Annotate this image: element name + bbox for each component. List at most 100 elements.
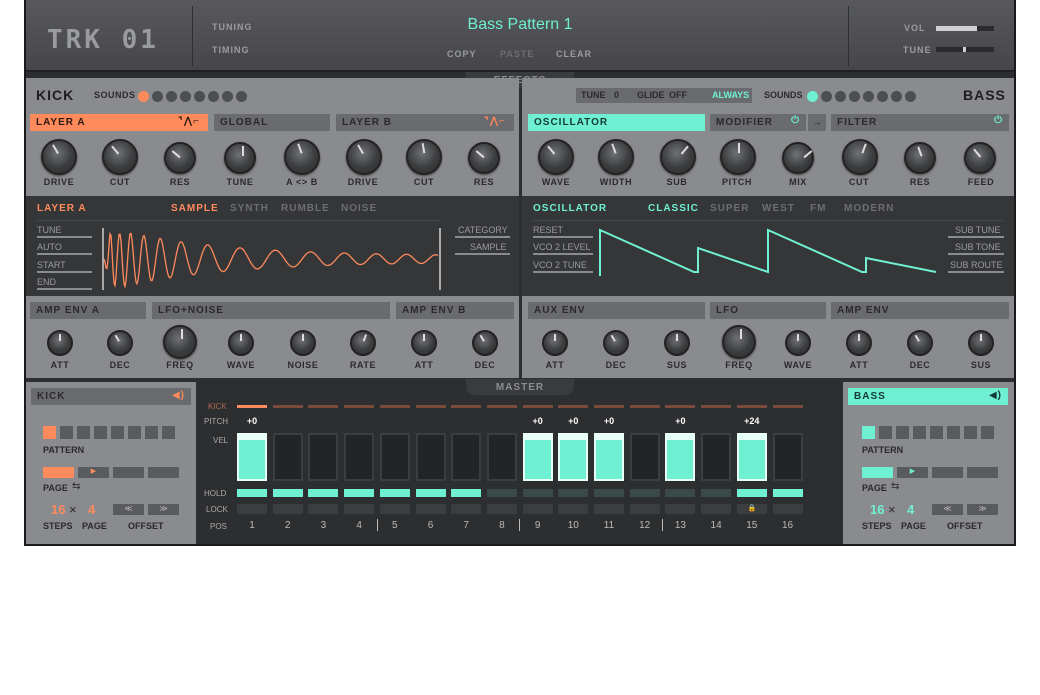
kick-step-indicator[interactable]	[594, 405, 624, 408]
dec-knob[interactable]	[603, 330, 629, 356]
kick-step-indicator[interactable]	[629, 405, 660, 408]
page-play[interactable]: ▶	[78, 467, 109, 478]
mode-west[interactable]: WEST	[762, 203, 795, 214]
hold-step[interactable]	[415, 489, 446, 497]
param-vco2-level[interactable]: VCO 2 LEVEL	[533, 242, 591, 252]
lock-step[interactable]	[308, 504, 339, 514]
hold-step[interactable]	[701, 489, 732, 497]
steps-value[interactable]: 16	[51, 502, 65, 517]
page-1[interactable]	[862, 467, 893, 478]
hold-step[interactable]	[486, 489, 517, 497]
oscillator-header[interactable]: OSCILLATOR	[528, 114, 705, 131]
hold-step[interactable]	[736, 489, 767, 497]
layer-a-header[interactable]: LAYER A ⌝⋀⌐	[30, 114, 208, 131]
page-1[interactable]	[43, 467, 74, 478]
page-4[interactable]	[148, 467, 179, 478]
kick-step-indicator[interactable]	[415, 405, 446, 408]
att-knob[interactable]	[846, 330, 872, 356]
res-knob[interactable]	[164, 142, 196, 174]
kick-step-indicator[interactable]	[701, 405, 732, 408]
pitch-value[interactable]: +0	[523, 416, 553, 426]
param-sub-route[interactable]: SUB ROUTE	[950, 260, 1003, 270]
dec-b-knob[interactable]	[472, 330, 498, 356]
seq-bass-header[interactable]: BASS ◀)	[848, 388, 1008, 405]
steps-value[interactable]: 16	[870, 502, 884, 517]
velocity-step[interactable]	[379, 433, 410, 481]
dec-knob[interactable]	[107, 330, 133, 356]
tuning-tab[interactable]: TUNING	[212, 22, 253, 32]
pitch-knob[interactable]	[720, 139, 756, 175]
lock-icon[interactable]: 🔒	[736, 504, 767, 514]
loop-icon[interactable]: ⇆	[72, 481, 80, 492]
lock-step[interactable]	[701, 504, 732, 514]
mode-rumble[interactable]: RUMBLE	[281, 203, 330, 214]
tune-slider[interactable]	[936, 47, 994, 52]
res-knob[interactable]	[904, 142, 936, 174]
kick-step-indicator[interactable]	[237, 405, 267, 408]
wave-knob[interactable]	[785, 330, 811, 356]
mode-modern[interactable]: MODERN	[844, 203, 894, 214]
lock-step[interactable]	[594, 504, 624, 514]
lock-step[interactable]	[629, 504, 660, 514]
kick-sound-slots[interactable]	[138, 89, 250, 107]
page-value[interactable]: 4	[88, 502, 95, 517]
kick-step-indicator[interactable]	[308, 405, 339, 408]
velocity-step[interactable]	[415, 433, 446, 481]
velocity-step[interactable]	[701, 433, 732, 481]
offset-left[interactable]: ≪	[113, 504, 144, 515]
freq-knob[interactable]	[722, 325, 756, 359]
kick-step-indicator[interactable]	[772, 405, 803, 408]
tune-knob[interactable]	[224, 142, 256, 174]
modifier-header[interactable]: MODIFIER ⏻	[710, 114, 806, 131]
always-toggle[interactable]: ALWAYS	[712, 90, 749, 100]
att-knob[interactable]	[47, 330, 73, 356]
bass-tune-value[interactable]: 0	[614, 90, 619, 100]
mode-classic[interactable]: CLASSIC	[648, 203, 699, 214]
hold-step[interactable]	[629, 489, 660, 497]
velocity-step[interactable]	[272, 433, 303, 481]
lfo-noise-header[interactable]: LFO+NOISE	[152, 302, 390, 319]
layer-b-header[interactable]: LAYER B ⌝⋀⌐	[336, 114, 514, 131]
vol-slider[interactable]	[936, 26, 994, 31]
drive-b-knob[interactable]	[346, 139, 382, 175]
kick-step-indicator[interactable]	[558, 405, 589, 408]
velocity-step[interactable]	[237, 433, 267, 481]
hold-step[interactable]	[772, 489, 803, 497]
feed-knob[interactable]	[964, 142, 996, 174]
lock-step[interactable]	[522, 504, 553, 514]
route-arrow[interactable]: →	[808, 114, 826, 131]
dec-knob[interactable]	[907, 330, 933, 356]
copy-button[interactable]: COPY	[447, 49, 477, 59]
res-b-knob[interactable]	[468, 142, 500, 174]
velocity-step[interactable]	[308, 433, 339, 481]
mode-synth[interactable]: SYNTH	[230, 203, 269, 214]
mode-noise[interactable]: NOISE	[341, 203, 377, 214]
sub-knob[interactable]	[660, 139, 696, 175]
velocity-step[interactable]	[665, 433, 696, 481]
seq-kick-header[interactable]: KICK ◀)	[31, 388, 191, 405]
param-end[interactable]: END	[37, 277, 56, 287]
speaker-icon[interactable]: ◀)	[989, 390, 1002, 401]
lock-step[interactable]	[344, 504, 375, 514]
a-b-knob[interactable]	[284, 139, 320, 175]
cut-knob[interactable]	[842, 139, 878, 175]
offset-left[interactable]: ≪	[932, 504, 963, 515]
kick-step-indicator[interactable]	[736, 405, 767, 408]
param-vco2-tune[interactable]: VCO 2 TUNE	[533, 260, 587, 270]
hold-step[interactable]	[344, 489, 375, 497]
offset-right[interactable]: ≫	[148, 504, 179, 515]
hold-step[interactable]	[522, 489, 553, 497]
hold-step[interactable]	[451, 489, 482, 497]
velocity-step[interactable]	[736, 433, 767, 481]
velocity-step[interactable]	[594, 433, 624, 481]
power-icon[interactable]: ⏻	[994, 115, 1003, 126]
velocity-step[interactable]	[772, 433, 803, 481]
kick-step-indicator[interactable]	[486, 405, 517, 408]
cut-b-knob[interactable]	[406, 139, 442, 175]
kick-step-indicator[interactable]	[379, 405, 410, 408]
param-sample[interactable]: SAMPLE	[470, 242, 507, 252]
loop-icon[interactable]: ⇆	[891, 481, 899, 492]
param-sub-tune[interactable]: SUB TUNE	[955, 225, 1000, 235]
mode-sample[interactable]: SAMPLE	[171, 203, 219, 214]
velocity-step[interactable]	[629, 433, 660, 481]
